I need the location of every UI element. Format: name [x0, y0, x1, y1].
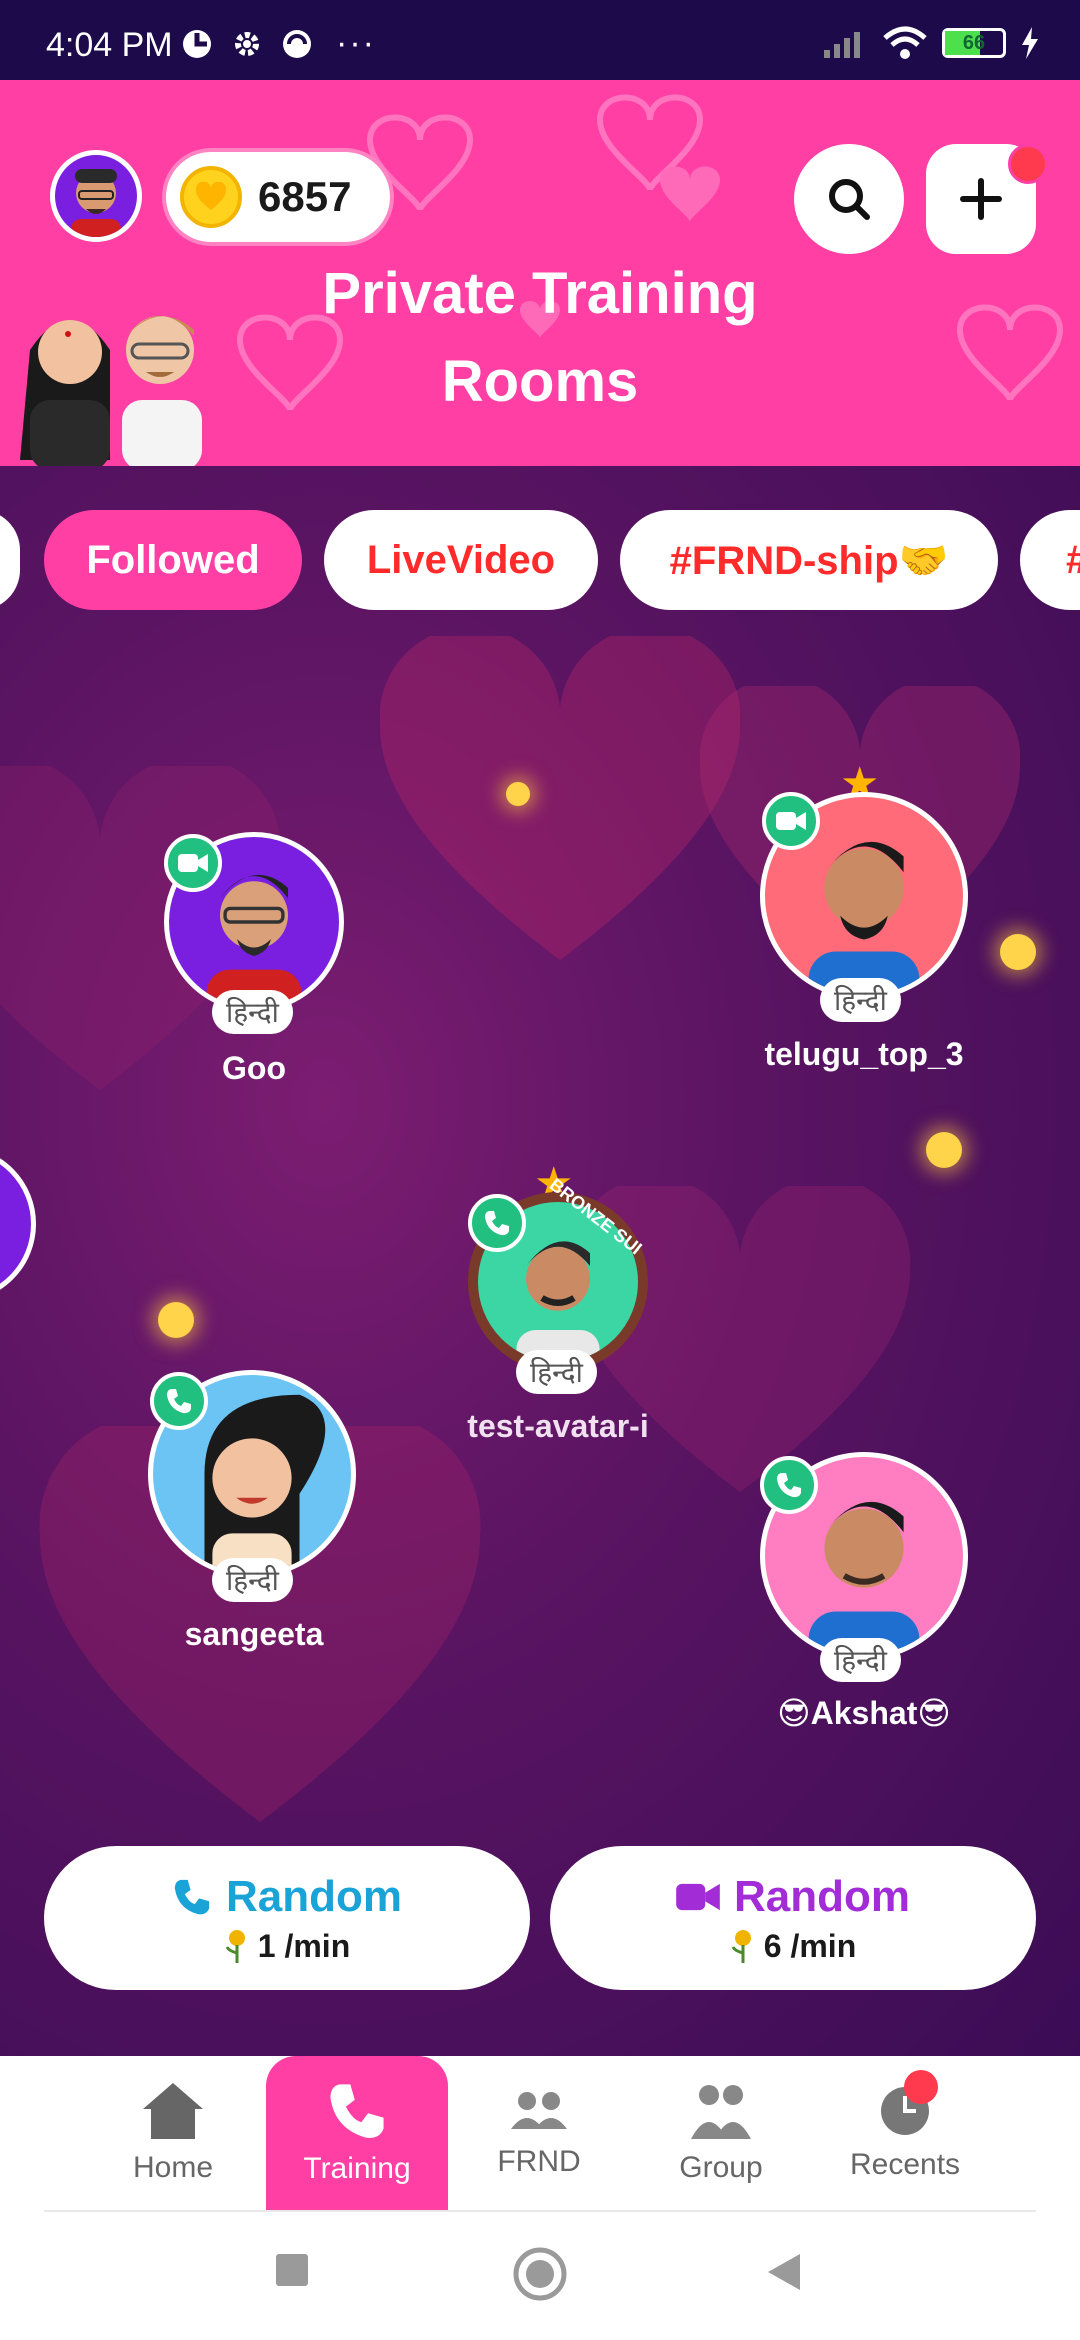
- status-bar: 4:04 PM ··· 66: [0, 0, 1080, 80]
- banner-title: Private Training Rooms: [322, 261, 758, 414]
- system-nav-bar: [0, 2212, 1080, 2340]
- sync-icon: [283, 29, 311, 58]
- nav-label: FRND: [497, 2145, 581, 2178]
- search-icon: [829, 179, 870, 220]
- phone-call-icon: [468, 1194, 526, 1252]
- plus-icon: [960, 178, 1002, 220]
- recent-apps-icon[interactable]: [274, 2252, 310, 2288]
- heart-coin-icon: [180, 166, 242, 228]
- coin-balance[interactable]: 6857: [166, 152, 390, 242]
- status-time: 4:04 PM: [46, 26, 173, 64]
- gear-icon: [235, 31, 259, 56]
- chip-followed[interactable]: Followed: [44, 510, 302, 610]
- nav-label: Recents: [849, 2148, 961, 2181]
- home-icon: [143, 2083, 203, 2139]
- bg-heart: [380, 636, 740, 960]
- nav-home[interactable]: Home: [82, 2056, 264, 2210]
- battery-icon: 66: [942, 28, 1006, 58]
- coin-count: 6857: [258, 173, 352, 220]
- language-badge: हिन्दी: [212, 990, 293, 1034]
- home-circle-icon[interactable]: [512, 2246, 568, 2302]
- user-name: Goo: [222, 1050, 286, 1086]
- phone-icon: [330, 2084, 384, 2138]
- phone-icon: [174, 1879, 210, 1914]
- user-name: test-avatar-i: [467, 1408, 649, 1444]
- language-badge: हिन्दी: [820, 1638, 901, 1682]
- language-badge: हिन्दी: [212, 1558, 293, 1602]
- user-name: sangeeta: [184, 1616, 324, 1652]
- random-video-call-button[interactable]: Random 6 /min: [550, 1846, 1036, 1990]
- group-icon: [691, 2085, 751, 2139]
- light-dot: [158, 1302, 194, 1338]
- language-badge: हिन्दी: [820, 978, 901, 1022]
- nav-group[interactable]: Group: [630, 2056, 812, 2210]
- random-audio-call-button[interactable]: Random 1 /min: [44, 1846, 530, 1990]
- notification-dot: [1008, 144, 1048, 184]
- random-video-price: 6 /min: [763, 1927, 857, 1964]
- nav-label: Group: [679, 2151, 763, 2184]
- header-banner: 6857 Private Training Rooms: [0, 80, 1080, 466]
- phone-call-icon: [760, 1456, 818, 1514]
- chip-partial-left[interactable]: [0, 510, 20, 610]
- light-dot: [926, 1132, 962, 1168]
- wifi-icon: [883, 26, 927, 59]
- nav-frnd[interactable]: FRND: [448, 2056, 630, 2210]
- nav-label: Training: [303, 2152, 411, 2185]
- charging-icon: [1022, 27, 1038, 59]
- light-dot: [506, 782, 530, 806]
- video-call-icon: [762, 792, 820, 850]
- rooms-area: Followed LiveVideo #FRND-ship🤝 # हिन्दी …: [0, 466, 1080, 2056]
- user-name: 😎Akshat😎: [777, 1695, 951, 1731]
- back-icon[interactable]: [764, 2252, 804, 2292]
- couple-illustration: [10, 280, 220, 466]
- search-button[interactable]: [794, 144, 904, 254]
- user-name: telugu_top_3: [764, 1036, 964, 1072]
- nav-training[interactable]: Training: [266, 2056, 448, 2210]
- rose-icon: [225, 1930, 245, 1963]
- random-audio-price: 1 /min: [257, 1927, 351, 1964]
- phone-call-icon: [150, 1372, 208, 1430]
- my-avatar[interactable]: [50, 150, 142, 242]
- nav-label: Home: [132, 2151, 214, 2184]
- recents-notification-dot: [904, 2070, 938, 2104]
- category-chips: Followed LiveVideo #FRND-ship🤝 #: [0, 510, 1080, 610]
- signal-icon: [824, 32, 860, 58]
- chip-livevideo[interactable]: LiveVideo: [324, 510, 598, 610]
- badge-icon: [183, 29, 211, 58]
- friends-icon: [511, 2092, 567, 2129]
- rose-icon: [731, 1930, 751, 1963]
- avatar-partial-left[interactable]: [0, 1146, 36, 1302]
- chip-frnd-ship[interactable]: #FRND-ship🤝: [620, 510, 998, 610]
- random-audio-label: Random: [226, 1871, 402, 1921]
- video-call-icon: [164, 834, 222, 892]
- light-dot: [1000, 934, 1036, 970]
- bottom-nav: Home Training FRND Group Recents: [0, 2056, 1080, 2212]
- random-video-label: Random: [734, 1871, 910, 1921]
- video-icon: [676, 1883, 720, 1910]
- chip-partial-right[interactable]: #: [1020, 510, 1080, 610]
- more-icon: ···: [336, 24, 376, 62]
- language-badge: हिन्दी: [516, 1350, 597, 1394]
